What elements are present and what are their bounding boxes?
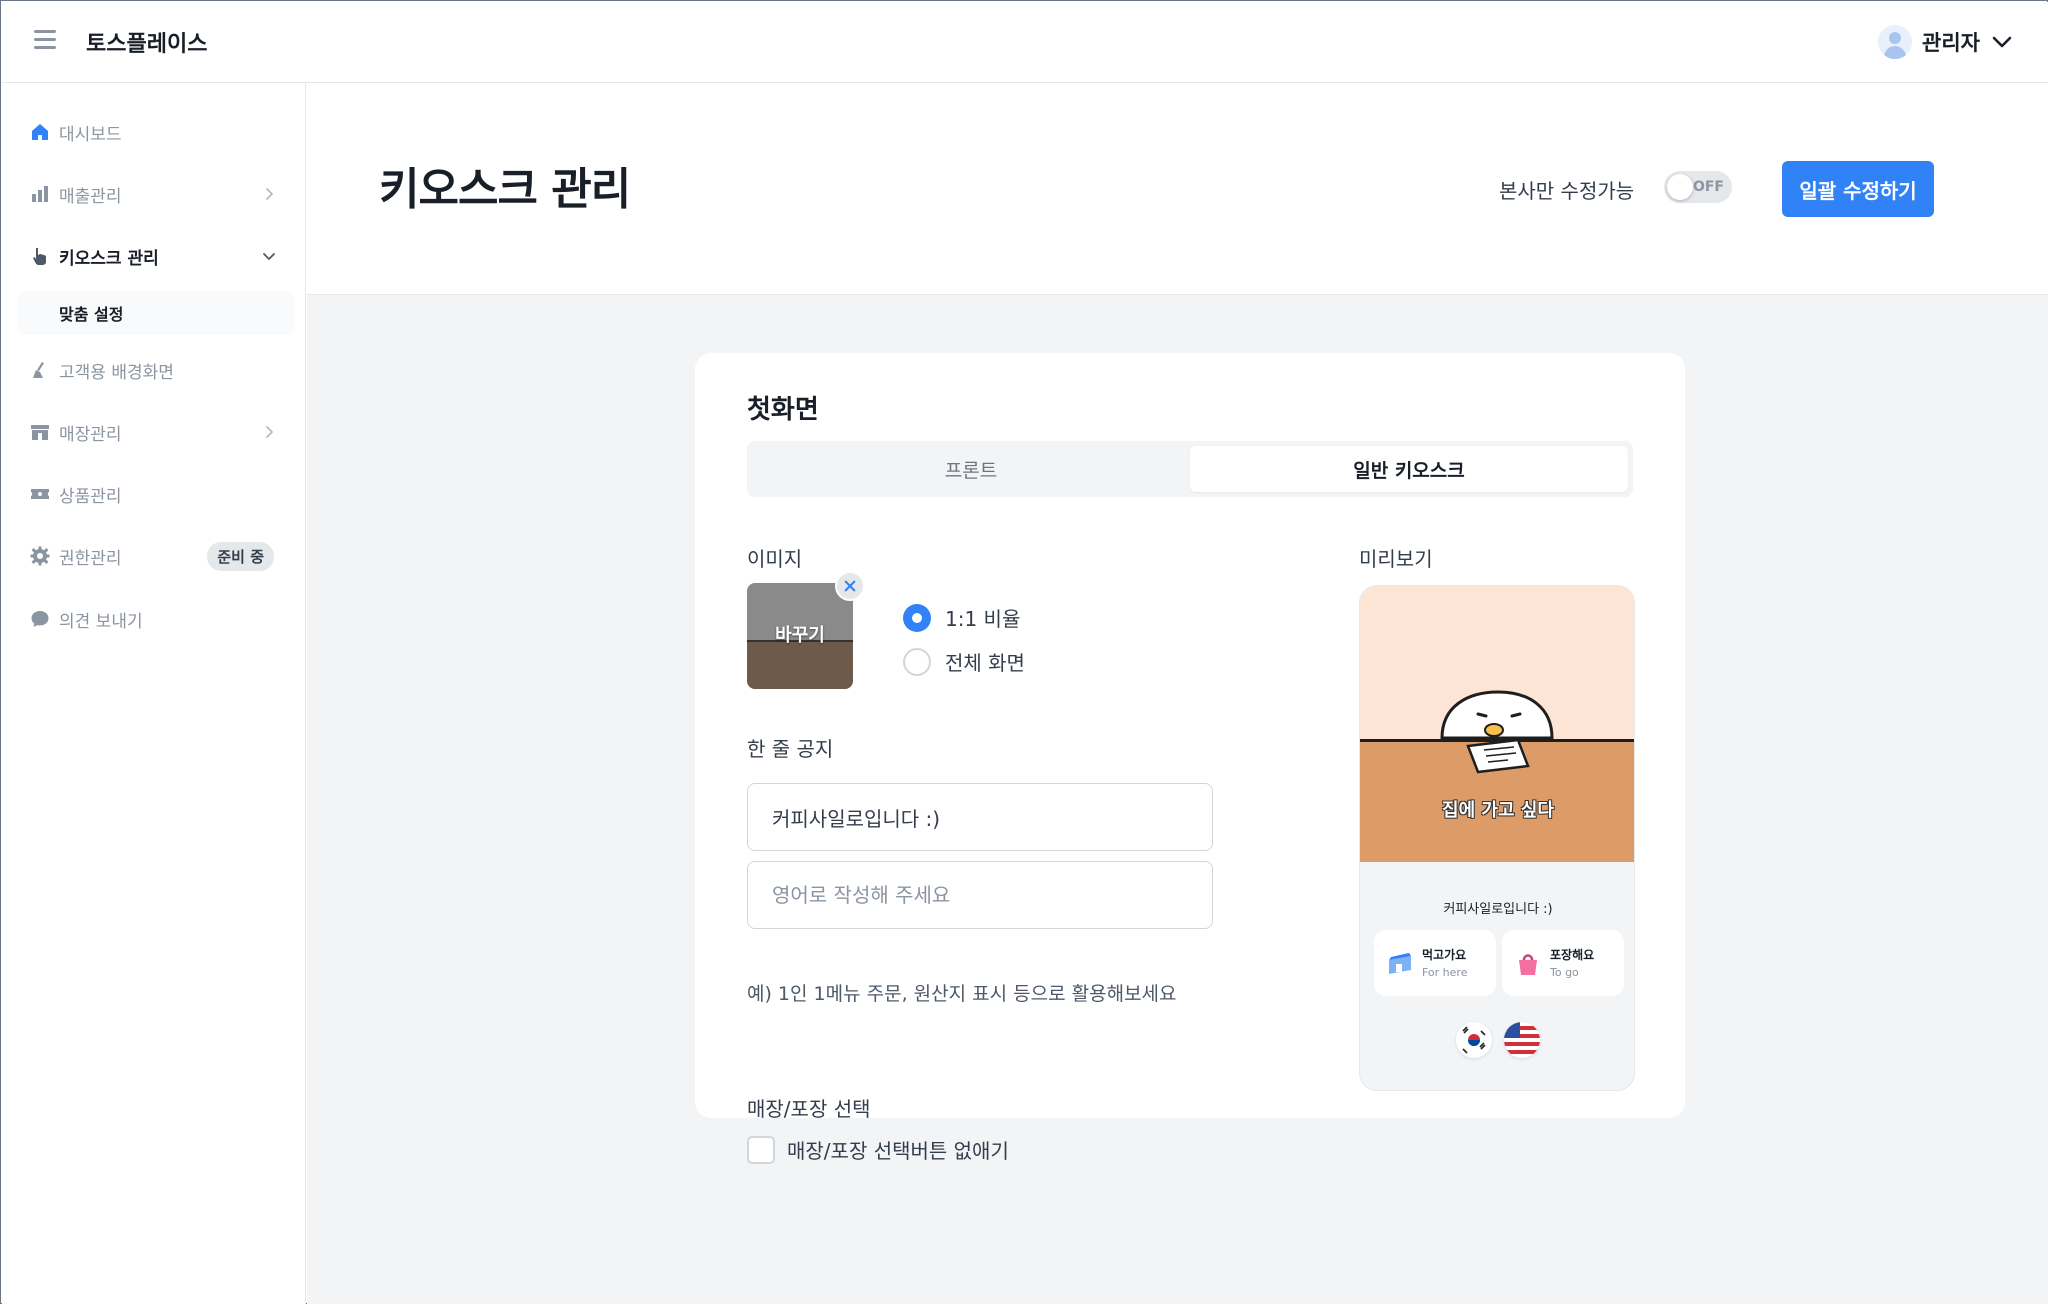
change-image-label: 바꾸기 — [775, 625, 825, 646]
avatar — [1878, 25, 1913, 59]
sidebar-item-label: 매출관리 — [59, 186, 122, 207]
sidebar-item-label: 키오스크 관리 — [59, 248, 159, 269]
ticket-icon — [31, 489, 49, 499]
kiosk-preview: 집에 가고 싶다 커피사일로입니다 :) 먹고가요 For here 포장해요 … — [1359, 585, 1635, 1091]
chevron-down-icon — [1992, 36, 2012, 48]
bar-chart-icon — [32, 186, 48, 202]
checkbox-label: 매장/포장 선택버튼 없애기 — [787, 1139, 1009, 1163]
to-go-label: 포장해요 — [1550, 948, 1595, 962]
pointer-hand-icon — [33, 248, 46, 265]
tab-general-kiosk[interactable]: 일반 키오스크 — [1190, 446, 1628, 492]
store-icon — [31, 425, 49, 440]
sidebar-item-label: 권한관리 — [59, 548, 122, 569]
card-title: 첫화면 — [747, 395, 819, 425]
sidebar-item-label: 대시보드 — [59, 124, 122, 145]
preview-for-here-button[interactable]: 먹고가요 For here — [1374, 930, 1496, 996]
sidebar-item-label: 매장관리 — [59, 424, 122, 445]
tab-front[interactable]: 프론트 — [752, 446, 1190, 492]
user-menu[interactable]: 관리자 — [1878, 22, 2014, 62]
sidebar-item-store[interactable]: 매장관리 — [16, 409, 294, 455]
ratio-option-square[interactable]: 1:1 비율 — [903, 603, 1020, 632]
kiosk-type-tabs: 프론트 일반 키오스크 — [747, 441, 1633, 497]
sidebar-item-label: 고객용 배경화면 — [59, 362, 174, 383]
sidebar-item-customer-wallpaper[interactable]: 고객용 배경화면 — [16, 347, 294, 393]
dine-option-label: 매장/포장 선택 — [747, 1097, 871, 1121]
home-icon — [32, 124, 48, 140]
hq-only-label: 본사만 수정가능 — [1499, 179, 1635, 203]
menu-icon[interactable] — [34, 30, 56, 52]
sidebar-item-dashboard[interactable]: 대시보드 — [16, 109, 294, 155]
sidebar-item-sales[interactable]: 매출관리 — [16, 171, 294, 217]
notice-english-input[interactable] — [747, 861, 1213, 929]
sidebar-item-products[interactable]: 상품관리 — [16, 471, 294, 517]
gear-icon — [30, 546, 50, 566]
brush-icon — [33, 362, 44, 378]
ratio-option-fullscreen[interactable]: 전체 화면 — [903, 647, 1025, 676]
preview-notice: 커피사일로입니다 :) — [1443, 902, 1553, 917]
preview-label: 미리보기 — [1359, 547, 1433, 571]
chat-bubble-icon — [31, 611, 49, 627]
sidebar-item-label: 의견 보내기 — [59, 611, 143, 632]
close-icon[interactable] — [835, 571, 865, 601]
sidebar-item-label: 맞춤 설정 — [59, 305, 124, 324]
for-here-label: 먹고가요 — [1422, 948, 1467, 962]
preview-caption: 집에 가고 싶다 — [1442, 800, 1554, 821]
hq-only-toggle[interactable]: OFF — [1664, 171, 1732, 203]
app-frame: 토스플레이스 관리자 대시보드 매출관리 키오스크 관리 맞춤 설정 고객용 배… — [0, 0, 2048, 1304]
notice-hint: 예) 1인 1메뉴 주문, 원산지 표시 등으로 활용해보세요 — [747, 983, 1177, 1005]
radio-button[interactable] — [903, 603, 931, 632]
sidebar: 대시보드 매출관리 키오스크 관리 맞춤 설정 고객용 배경화면 매장관리 상품… — [2, 83, 306, 1304]
preview-image: 집에 가고 싶다 — [1360, 586, 1634, 862]
notice-input[interactable] — [747, 783, 1213, 851]
toggle-knob — [1667, 174, 1693, 200]
character-illustration — [1440, 690, 1554, 774]
to-go-sub: To go — [1550, 966, 1579, 979]
sidebar-item-kiosk[interactable]: 키오스크 관리 — [16, 233, 294, 279]
top-header: 토스플레이스 관리자 — [2, 2, 2048, 83]
image-label: 이미지 — [747, 547, 803, 571]
toggle-state: OFF — [1692, 179, 1724, 195]
sidebar-item-permissions[interactable]: 권한관리 준비 중 — [16, 533, 294, 579]
sidebar-item-custom-settings[interactable]: 맞춤 설정 — [18, 291, 294, 335]
brand-name: 토스플레이스 — [86, 32, 208, 57]
first-screen-card: 첫화면 프론트 일반 키오스크 이미지 바꾸기 1:1 비율 전체 화면 한 줄… — [695, 353, 1685, 1164]
page-title: 키오스크 관리 — [379, 164, 631, 215]
radio-button[interactable] — [903, 647, 931, 676]
preview-to-go-button[interactable]: 포장해요 To go — [1502, 930, 1624, 996]
main-content: 키오스크 관리 본사만 수정가능 OFF 일괄 수정하기 첫화면 프론트 일반 … — [307, 83, 2048, 1304]
chevron-right-icon — [266, 188, 274, 200]
chevron-down-icon — [263, 253, 275, 261]
shopping-bag-icon — [1519, 954, 1537, 975]
user-name: 관리자 — [1922, 31, 1980, 55]
korean-flag-icon[interactable] — [1456, 1022, 1492, 1058]
status-badge: 준비 중 — [207, 542, 274, 571]
bulk-edit-button[interactable]: 일괄 수정하기 — [1782, 161, 1934, 217]
checkbox[interactable] — [747, 1135, 775, 1164]
image-thumbnail[interactable]: 바꾸기 — [747, 583, 853, 689]
notice-label: 한 줄 공지 — [747, 737, 834, 761]
remove-dine-option-checkbox-row[interactable]: 매장/포장 선택버튼 없애기 — [747, 1135, 1009, 1164]
radio-label: 1:1 비율 — [945, 607, 1021, 631]
chevron-right-icon — [266, 426, 274, 438]
sidebar-item-feedback[interactable]: 의견 보내기 — [16, 596, 294, 642]
store-icon — [1389, 953, 1411, 974]
us-flag-icon[interactable] — [1504, 1022, 1540, 1058]
page-header: 키오스크 관리 본사만 수정가능 OFF 일괄 수정하기 — [307, 83, 2048, 295]
radio-label: 전체 화면 — [945, 651, 1025, 675]
sidebar-item-label: 상품관리 — [59, 486, 122, 507]
for-here-sub: For here — [1422, 966, 1468, 979]
